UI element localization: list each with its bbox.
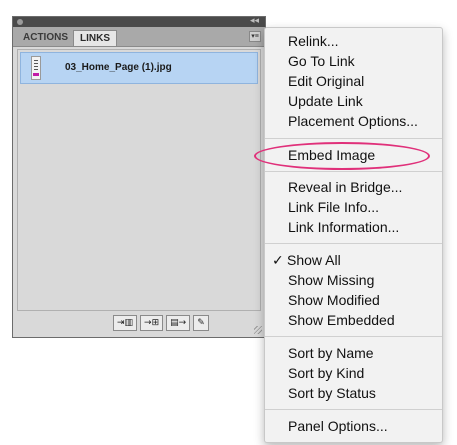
- menu-item-placement-options[interactable]: Placement Options...: [288, 113, 418, 129]
- tab-actions[interactable]: ACTIONS: [17, 30, 74, 46]
- go-to-link-button[interactable]: →⊞: [140, 315, 164, 331]
- image-thumbnail-icon: [31, 56, 41, 80]
- panel-titlebar[interactable]: ◂◂: [13, 15, 265, 27]
- panel-flyout-menu: Relink... Go To Link Edit Original Updat…: [264, 27, 443, 443]
- links-panel: ◂◂ ACTIONS LINKS ▾≡ 03_Home_Page (1).jpg…: [12, 15, 266, 338]
- menu-item-edit-original[interactable]: Edit Original: [288, 73, 364, 89]
- link-row[interactable]: 03_Home_Page (1).jpg: [20, 52, 258, 84]
- menu-item-link-information[interactable]: Link Information...: [288, 219, 399, 235]
- menu-item-panel-options[interactable]: Panel Options...: [288, 418, 388, 434]
- collapse-icon[interactable]: ◂◂: [250, 15, 259, 26]
- edit-original-button[interactable]: ✎: [193, 315, 209, 331]
- menu-item-relink[interactable]: Relink...: [288, 33, 339, 49]
- menu-item-reveal-in-bridge[interactable]: Reveal in Bridge...: [288, 179, 402, 195]
- relink-from-cc-button[interactable]: ⇥▥: [113, 315, 138, 331]
- menu-item-show-modified[interactable]: Show Modified: [288, 292, 380, 308]
- tab-links[interactable]: LINKS: [73, 30, 117, 46]
- menu-item-link-file-info[interactable]: Link File Info...: [288, 199, 379, 215]
- menu-item-embed-image[interactable]: Embed Image: [288, 147, 375, 163]
- menu-separator: [265, 243, 442, 244]
- menu-item-label: Show All: [287, 252, 341, 268]
- menu-separator: [265, 138, 442, 139]
- menu-separator: [265, 171, 442, 172]
- menu-item-sort-by-status[interactable]: Sort by Status: [288, 385, 376, 401]
- checkmark-icon: ✓: [272, 253, 284, 269]
- menu-separator: [265, 336, 442, 337]
- menu-item-sort-by-name[interactable]: Sort by Name: [288, 345, 374, 361]
- link-name: 03_Home_Page (1).jpg: [65, 62, 172, 73]
- resize-grip-icon[interactable]: [254, 326, 262, 334]
- menu-item-show-all[interactable]: ✓ Show All: [272, 252, 341, 269]
- panel-menu-icon[interactable]: ▾≡: [249, 31, 261, 42]
- menu-separator: [265, 409, 442, 410]
- menu-item-show-missing[interactable]: Show Missing: [288, 272, 374, 288]
- menu-item-sort-by-kind[interactable]: Sort by Kind: [288, 365, 364, 381]
- menu-item-show-embedded[interactable]: Show Embedded: [288, 312, 395, 328]
- tab-bar: ACTIONS LINKS ▾≡: [13, 27, 265, 47]
- update-link-button[interactable]: ▤→: [166, 315, 191, 331]
- close-icon[interactable]: [17, 19, 23, 25]
- links-list: 03_Home_Page (1).jpg: [17, 49, 261, 311]
- menu-item-update-link[interactable]: Update Link: [288, 93, 363, 109]
- menu-item-go-to-link[interactable]: Go To Link: [288, 53, 355, 69]
- panel-footer: ⇥▥ →⊞ ▤→ ✎: [113, 315, 209, 333]
